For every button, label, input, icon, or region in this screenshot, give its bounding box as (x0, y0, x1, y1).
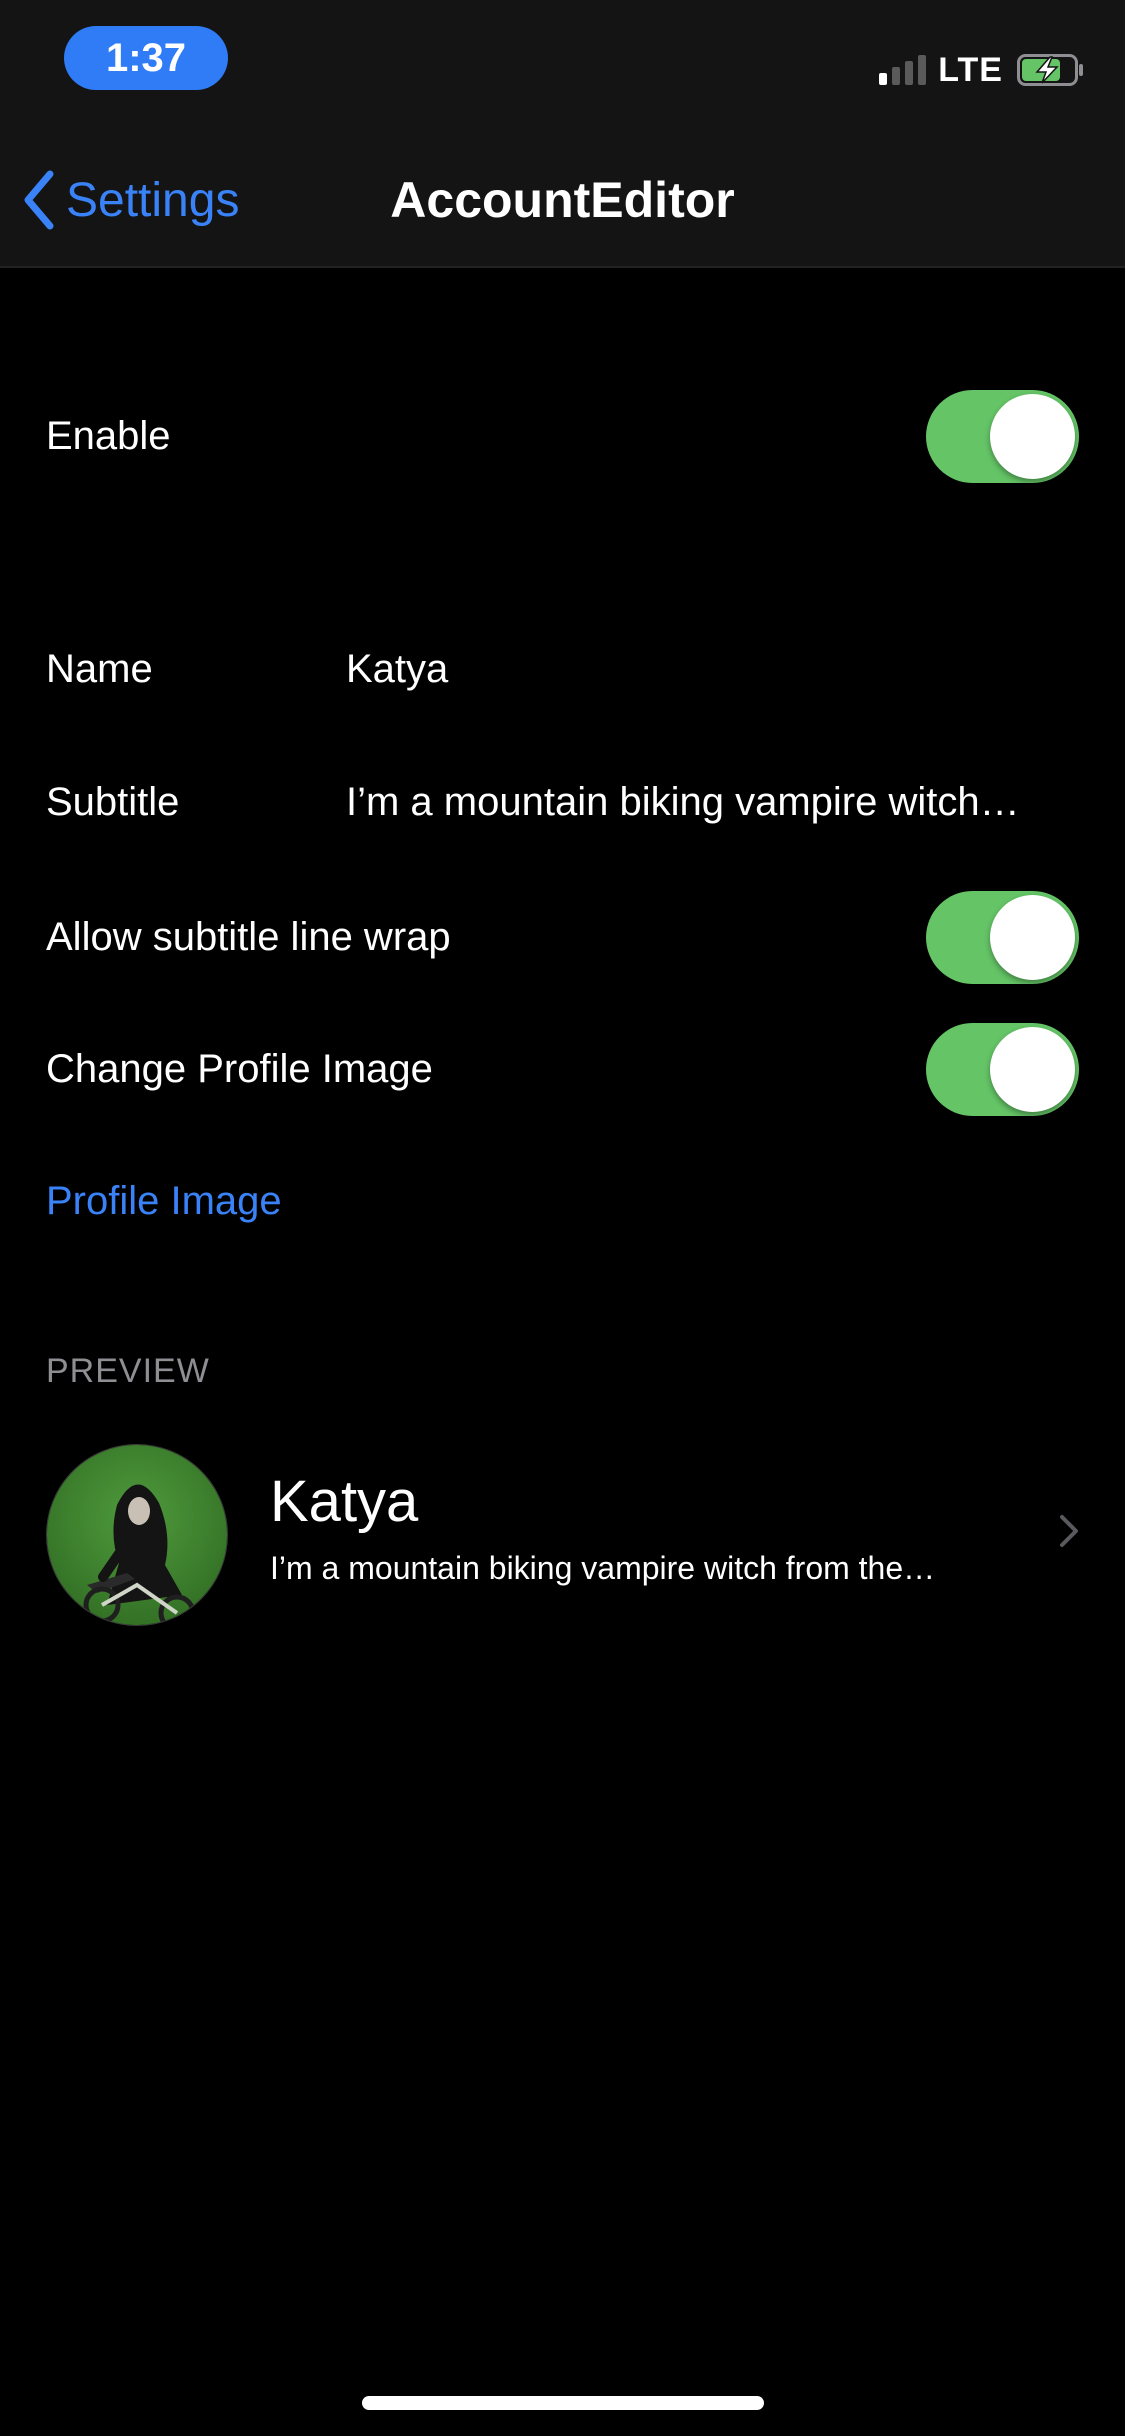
page-title: AccountEditor (0, 168, 1125, 232)
preview-section-header: PREVIEW (46, 1352, 210, 1390)
subtitle-row[interactable]: Subtitle I’m a mountain biking vampire w… (46, 747, 1079, 857)
page-title-text: AccountEditor (390, 172, 735, 228)
enable-row: Enable (46, 381, 1079, 491)
preview-account-row[interactable]: Katya I’m a mountain biking vampire witc… (46, 1444, 1079, 1626)
battery-charging-icon (1017, 54, 1085, 86)
allow-wrap-label: Allow subtitle line wrap (46, 914, 451, 959)
subtitle-field[interactable]: I’m a mountain biking vampire witch… (346, 780, 1079, 825)
profile-image-link[interactable]: Profile Image (46, 1179, 282, 1224)
profile-image-row[interactable]: Profile Image (46, 1146, 1079, 1256)
name-field[interactable]: Katya (346, 647, 1079, 692)
change-image-label: Change Profile Image (46, 1046, 433, 1091)
name-label: Name (46, 646, 153, 691)
toggle-knob (990, 1027, 1075, 1112)
allow-wrap-toggle[interactable] (926, 891, 1079, 984)
toggle-knob (990, 394, 1075, 479)
status-bar: 1:37 LTE (0, 0, 1125, 132)
network-type: LTE (938, 50, 1003, 89)
enable-label: Enable (46, 413, 171, 458)
profile-avatar-image (46, 1444, 228, 1626)
subtitle-label: Subtitle (46, 779, 180, 824)
navigation-bar: Settings AccountEditor (0, 132, 1125, 268)
status-time[interactable]: 1:37 (64, 26, 228, 90)
chevron-right-icon (1060, 1515, 1078, 1547)
change-image-row: Change Profile Image (46, 1014, 1079, 1124)
status-indicators: LTE (879, 50, 1085, 89)
name-row[interactable]: Name Katya (46, 614, 1079, 724)
signal-icon (879, 55, 927, 85)
change-image-toggle[interactable] (926, 1023, 1079, 1116)
preview-subtitle: I’m a mountain biking vampire witch from… (270, 1550, 936, 1586)
home-indicator[interactable] (362, 2396, 764, 2410)
toggle-knob (990, 895, 1075, 980)
enable-toggle[interactable] (926, 390, 1079, 483)
preview-name: Katya (270, 1469, 419, 1534)
status-time-label: 1:37 (105, 35, 187, 80)
allow-wrap-row: Allow subtitle line wrap (46, 882, 1079, 992)
